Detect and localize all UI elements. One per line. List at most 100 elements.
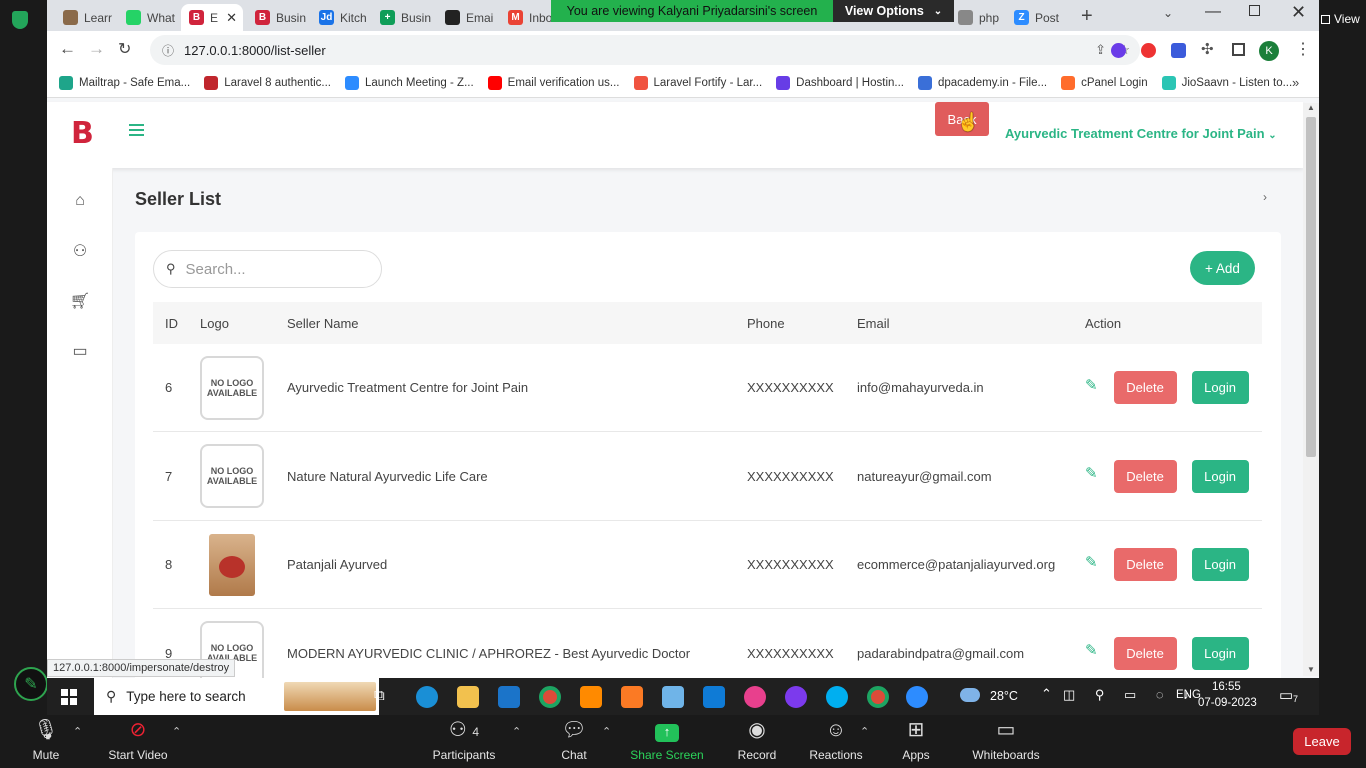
- back-arrow-icon[interactable]: ←: [59, 39, 76, 59]
- browser-tab[interactable]: Learr: [55, 4, 115, 31]
- chat-chevron-icon[interactable]: ⌃: [602, 725, 611, 738]
- participants-button[interactable]: ⚇ 4 Participants: [428, 715, 500, 768]
- home-icon[interactable]: ⌂: [69, 190, 91, 212]
- bookmark-item[interactable]: Mailtrap - Safe Ema...: [59, 76, 190, 90]
- xampp-icon[interactable]: [621, 686, 643, 708]
- delete-button[interactable]: Delete: [1113, 636, 1177, 670]
- tab-search-icon[interactable]: ⌄: [1163, 6, 1173, 20]
- minimize-button[interactable]: —: [1205, 3, 1221, 21]
- profile-avatar[interactable]: K: [1259, 41, 1279, 61]
- search-input[interactable]: Search...: [186, 261, 246, 278]
- reactions-button[interactable]: ☺ Reactions: [806, 715, 866, 768]
- chat-button[interactable]: 💬︎ Chat: [552, 715, 596, 768]
- user-dropdown[interactable]: Ayurvedic Treatment Centre for Joint Pai…: [1005, 126, 1277, 141]
- browser-tab[interactable]: M Inbo: [500, 4, 555, 31]
- browser-tab[interactable]: Jd Kitch: [311, 4, 369, 31]
- sublime-icon[interactable]: [580, 686, 602, 708]
- security-shield-icon[interactable]: [12, 11, 28, 29]
- record-button[interactable]: ◉ Record: [732, 715, 782, 768]
- login-button[interactable]: Login: [1191, 371, 1249, 404]
- chrome-profile-icon[interactable]: [867, 686, 889, 708]
- login-button[interactable]: Login: [1191, 548, 1249, 581]
- participants-chevron-icon[interactable]: ⌃: [512, 725, 521, 738]
- start-video-button[interactable]: ⊘ Start Video: [100, 715, 176, 768]
- clock-date[interactable]: 07-09-2023: [1198, 697, 1257, 709]
- reload-icon[interactable]: ↻: [118, 39, 131, 59]
- bookmark-item[interactable]: dpacademy.in - File...: [918, 76, 1047, 90]
- bookmark-item[interactable]: Email verification us...: [487, 76, 620, 90]
- share-icon[interactable]: ⇪: [1095, 42, 1106, 58]
- browser-tab[interactable]: Emai: [437, 4, 497, 31]
- extensions-puzzle-icon[interactable]: ✣: [1201, 40, 1214, 58]
- chat-icon[interactable]: ▭: [69, 340, 91, 362]
- snipping-tool-icon[interactable]: [744, 686, 766, 708]
- edit-pencil-icon[interactable]: ✎: [1085, 641, 1098, 659]
- mute-options-chevron-icon[interactable]: ⌃: [73, 725, 82, 738]
- annotate-pen-icon[interactable]: ✎: [14, 667, 48, 701]
- browser-tab[interactable]: Z Post: [1006, 4, 1062, 31]
- file-explorer-icon[interactable]: [457, 686, 479, 708]
- mail-icon[interactable]: [498, 686, 520, 708]
- add-seller-button[interactable]: + Add: [1190, 251, 1255, 285]
- tray-chevron-icon[interactable]: ⌃: [1041, 686, 1052, 702]
- scroll-up-icon[interactable]: ▲: [1307, 103, 1315, 112]
- extension-icon-2[interactable]: [1141, 43, 1156, 58]
- maximize-button[interactable]: [1249, 5, 1260, 16]
- bookmark-item[interactable]: Dashboard | Hostin...: [776, 76, 904, 90]
- url-omnibox[interactable]: ⓘ 127.0.0.1:8000/list-seller ⇪ ☆: [150, 35, 1140, 65]
- side-panel-icon[interactable]: [1232, 43, 1245, 56]
- delete-button[interactable]: Delete: [1113, 548, 1177, 581]
- close-window-button[interactable]: ✕: [1291, 2, 1306, 23]
- browser-menu-icon[interactable]: ⋮: [1295, 39, 1311, 59]
- users-icon[interactable]: ⚇: [69, 240, 91, 262]
- edit-pencil-icon[interactable]: ✎: [1085, 553, 1098, 571]
- video-options-chevron-icon[interactable]: ⌃: [172, 725, 181, 738]
- login-button[interactable]: Login: [1191, 459, 1249, 493]
- chrome-icon[interactable]: [539, 686, 561, 708]
- windows-start-icon[interactable]: [61, 689, 77, 705]
- taskbar-search-box[interactable]: ⚲ Type here to search: [94, 678, 379, 715]
- login-button[interactable]: Login: [1191, 636, 1249, 670]
- scroll-down-icon[interactable]: ▼: [1307, 665, 1315, 674]
- vscode-icon[interactable]: [703, 686, 725, 708]
- leave-button[interactable]: Leave: [1293, 728, 1351, 755]
- bookmark-item[interactable]: Launch Meeting - Z...: [344, 76, 474, 90]
- reactions-chevron-icon[interactable]: ⌃: [860, 725, 869, 738]
- sourcetree-icon[interactable]: [662, 686, 684, 708]
- bookmark-item[interactable]: cPanel Login: [1061, 76, 1148, 90]
- bookmark-item[interactable]: Laravel 8 authentic...: [204, 76, 331, 90]
- bookmarks-overflow-icon[interactable]: »: [1292, 75, 1299, 90]
- scroll-thumb[interactable]: [1306, 117, 1316, 457]
- zoom-view-button[interactable]: View: [1319, 8, 1366, 30]
- share-screen-button[interactable]: ↑ Share Screen: [628, 715, 706, 768]
- bookmark-item[interactable]: JioSaavn - Listen to...: [1161, 76, 1292, 90]
- mute-button[interactable]: 🎙︎ Mute: [22, 715, 70, 768]
- browser-tab[interactable]: B Busin: [247, 4, 307, 31]
- page-scrollbar[interactable]: ▲ ▼: [1303, 103, 1319, 676]
- browser-tab[interactable]: php: [950, 4, 1005, 31]
- edit-pencil-icon[interactable]: ✎: [1085, 464, 1098, 482]
- github-desktop-icon[interactable]: [785, 686, 807, 708]
- new-tab-button[interactable]: +: [1081, 5, 1093, 28]
- apps-button[interactable]: ⊞ Apps: [894, 715, 938, 768]
- delete-button[interactable]: Delete: [1113, 371, 1177, 404]
- search-box[interactable]: ⚲ Search...: [153, 250, 382, 288]
- zoom-app-icon[interactable]: [906, 686, 928, 708]
- edit-pencil-icon[interactable]: ✎: [1085, 376, 1098, 394]
- whiteboards-button[interactable]: ▭ Whiteboards: [966, 715, 1046, 768]
- view-options-button[interactable]: View Options ⌄: [833, 0, 954, 22]
- browser-tab[interactable]: B E ✕: [181, 4, 243, 31]
- brand-logo[interactable]: B: [71, 116, 94, 151]
- chevron-right-icon[interactable]: ›: [1263, 190, 1267, 204]
- skype-icon[interactable]: [826, 686, 848, 708]
- task-view-icon[interactable]: ⧉: [374, 687, 385, 704]
- close-tab-icon[interactable]: ✕: [226, 10, 237, 26]
- bookmark-item[interactable]: Laravel Fortify - Lar...: [633, 76, 762, 90]
- extension-icon-3[interactable]: [1171, 43, 1186, 58]
- browser-tab[interactable]: + Busin: [372, 4, 432, 31]
- cart-icon[interactable]: 🛒︎: [69, 290, 91, 312]
- forward-arrow-icon[interactable]: →: [88, 39, 105, 59]
- clock-time[interactable]: 16:55: [1212, 681, 1241, 693]
- extension-icon-1[interactable]: [1111, 43, 1126, 58]
- weather-temp[interactable]: 28°C: [990, 689, 1018, 703]
